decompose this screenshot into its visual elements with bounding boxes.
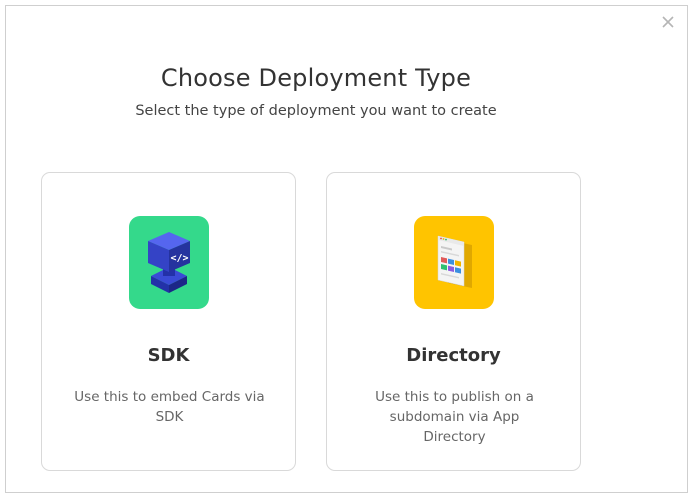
sdk-tile: </> [129,216,209,309]
svg-text:</>: </> [170,253,188,264]
sdk-option-title: SDK [147,345,190,366]
dialog-subtitle: Select the type of deployment you want t… [135,103,497,119]
directory-tile [414,216,494,309]
sdk-option-description: Use this to embed Cards via SDK [74,389,265,425]
close-icon[interactable] [659,13,677,31]
directory-page-icon [437,235,472,288]
sdk-code-cube-icon: </> [148,232,190,293]
deployment-type-dialog: Choose Deployment Type Select the type o… [5,5,688,493]
directory-option-description: Use this to publish on a subdomain via A… [375,389,534,445]
dialog-title: Choose Deployment Type [160,64,472,92]
directory-option-title: Directory [406,345,501,366]
sdk-option-card[interactable]: </> SDK Use this to embed Cards via SDK [41,172,296,471]
directory-option-card[interactable]: Directory Use this to publish on a subdo… [326,172,581,471]
